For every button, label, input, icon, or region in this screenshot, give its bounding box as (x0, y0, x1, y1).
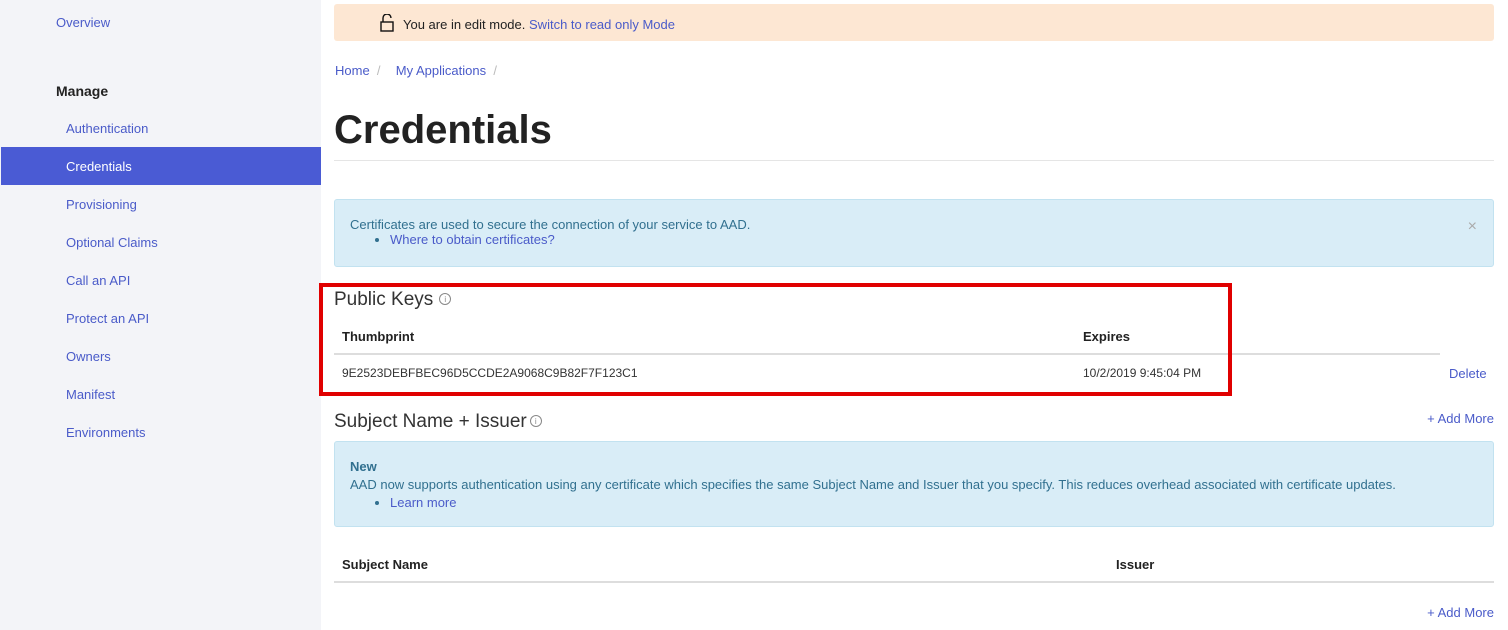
page-title: Credentials (334, 108, 552, 152)
breadcrumb-my-applications[interactable]: My Applications (396, 63, 486, 78)
obtain-certificates-link[interactable]: Where to obtain certificates? (390, 232, 555, 247)
subject-issuer-heading: Subject Name + Issuer i (334, 411, 542, 433)
sidebar-item-call-api[interactable]: Call an API (66, 273, 130, 288)
add-more-bottom-button[interactable]: + Add More (1427, 605, 1494, 620)
sidebar: Overview Manage Authentication Credentia… (0, 0, 321, 630)
alert-text: Certificates are used to secure the conn… (350, 217, 751, 232)
info-icon[interactable]: i (529, 415, 542, 427)
sidebar-item-owners[interactable]: Owners (66, 349, 111, 364)
sidebar-item-label: Credentials (66, 159, 132, 174)
switch-read-only-link[interactable]: Switch to read only Mode (529, 17, 675, 32)
sidebar-item-environments[interactable]: Environments (66, 425, 145, 440)
alert-text: AAD now supports authentication using an… (350, 477, 1396, 492)
divider (334, 160, 1494, 161)
column-issuer: Issuer (1116, 557, 1155, 572)
new-feature-alert: New AAD now supports authentication usin… (334, 441, 1494, 527)
edit-mode-text: You are in edit mode. (403, 17, 526, 32)
sidebar-item-manifest[interactable]: Manifest (66, 387, 115, 402)
sidebar-item-credentials[interactable]: Credentials (1, 147, 321, 185)
certificates-info-alert: Certificates are used to secure the conn… (334, 199, 1494, 267)
highlight-box (319, 283, 1232, 396)
unlock-icon (380, 14, 394, 32)
sidebar-item-overview[interactable]: Overview (56, 15, 110, 30)
column-subject-name: Subject Name (342, 557, 428, 572)
breadcrumb-home[interactable]: Home (335, 63, 370, 78)
sidebar-item-provisioning[interactable]: Provisioning (66, 197, 137, 212)
table-header-divider (334, 581, 1494, 583)
alert-title: New (350, 459, 377, 474)
learn-more-link[interactable]: Learn more (390, 495, 456, 510)
section-title: Subject Name + Issuer (334, 411, 527, 432)
sidebar-section-manage: Manage (56, 83, 109, 99)
sidebar-item-authentication[interactable]: Authentication (66, 121, 148, 136)
edit-mode-banner: You are in edit mode. Switch to read onl… (334, 4, 1494, 41)
sidebar-item-protect-api[interactable]: Protect an API (66, 311, 149, 326)
delete-button[interactable]: Delete (1449, 366, 1487, 381)
sidebar-item-optional-claims[interactable]: Optional Claims (66, 235, 158, 250)
add-more-button[interactable]: + Add More (1427, 411, 1494, 426)
breadcrumb: Home / My Applications / (335, 63, 497, 78)
close-icon[interactable]: × (1468, 218, 1477, 236)
